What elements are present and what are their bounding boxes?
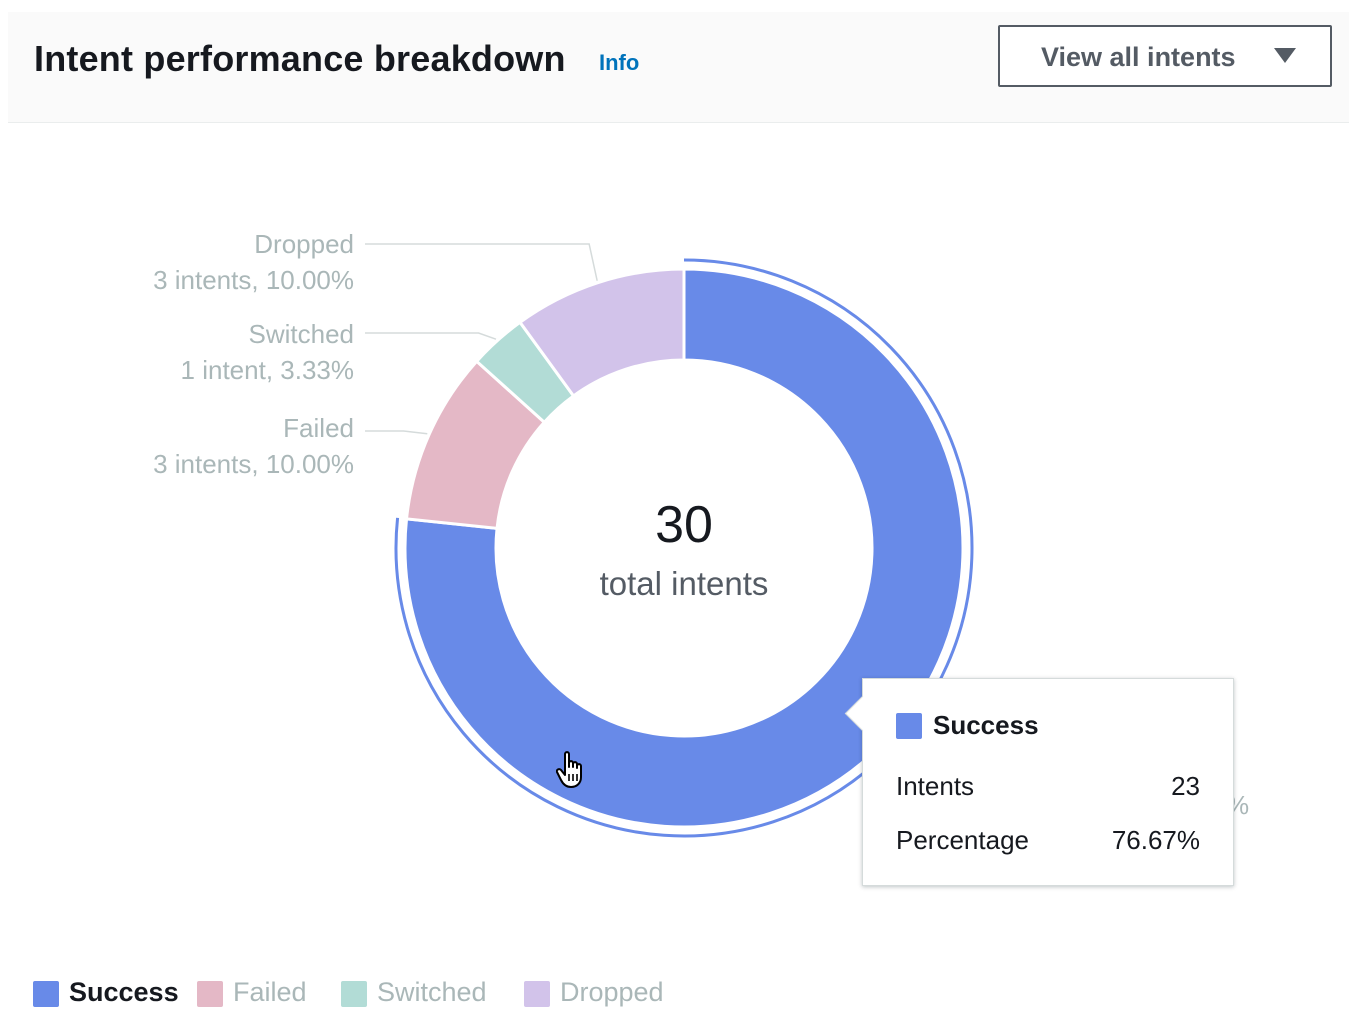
label-dropped: Dropped 3 intents, 10.00%	[153, 226, 354, 298]
total-count: 30	[655, 496, 713, 554]
label-switched-name: Switched	[248, 319, 355, 349]
tooltip-title: Success	[933, 710, 1039, 740]
legend-label-failed: Failed	[233, 977, 307, 1007]
hand-pointer-icon	[556, 751, 582, 788]
legend-label-dropped: Dropped	[560, 977, 664, 1007]
legend-swatch-dropped	[524, 981, 550, 1007]
tooltip-value-intents: 23	[1171, 771, 1200, 801]
tooltip-value-percentage: 76.67%	[1111, 825, 1200, 855]
intent-performance-panel: Intent performance breakdown Info View a…	[0, 0, 1349, 1007]
label-failed-value: 3 intents, 10.00%	[153, 449, 354, 479]
segment-tooltip: Success Intents 23 Percentage 76.67%	[844, 678, 1234, 886]
label-dropped-name: Dropped	[254, 229, 354, 259]
tooltip-key-percentage: Percentage	[896, 825, 1029, 855]
legend-swatch-failed	[197, 981, 223, 1007]
total-caption: total intents	[599, 565, 769, 602]
label-failed: Failed 3 intents, 10.00%	[153, 410, 354, 482]
legend-label-success: Success	[69, 977, 179, 1007]
tooltip-swatch	[896, 713, 922, 739]
tooltip-key-intents: Intents	[896, 771, 975, 801]
legend-label-switched: Switched	[377, 977, 487, 1007]
leader-line-switched	[365, 332, 497, 340]
legend-swatch-success	[33, 981, 59, 1007]
leader-line-failed	[365, 430, 428, 435]
label-failed-name: Failed	[283, 413, 354, 443]
legend-swatch-switched	[341, 981, 367, 1007]
label-dropped-value: 3 intents, 10.00%	[153, 265, 354, 295]
leader-line-dropped	[365, 243, 598, 281]
label-switched-value: 1 intent, 3.33%	[180, 355, 354, 385]
label-switched: Switched 1 intent, 3.33%	[181, 316, 354, 388]
